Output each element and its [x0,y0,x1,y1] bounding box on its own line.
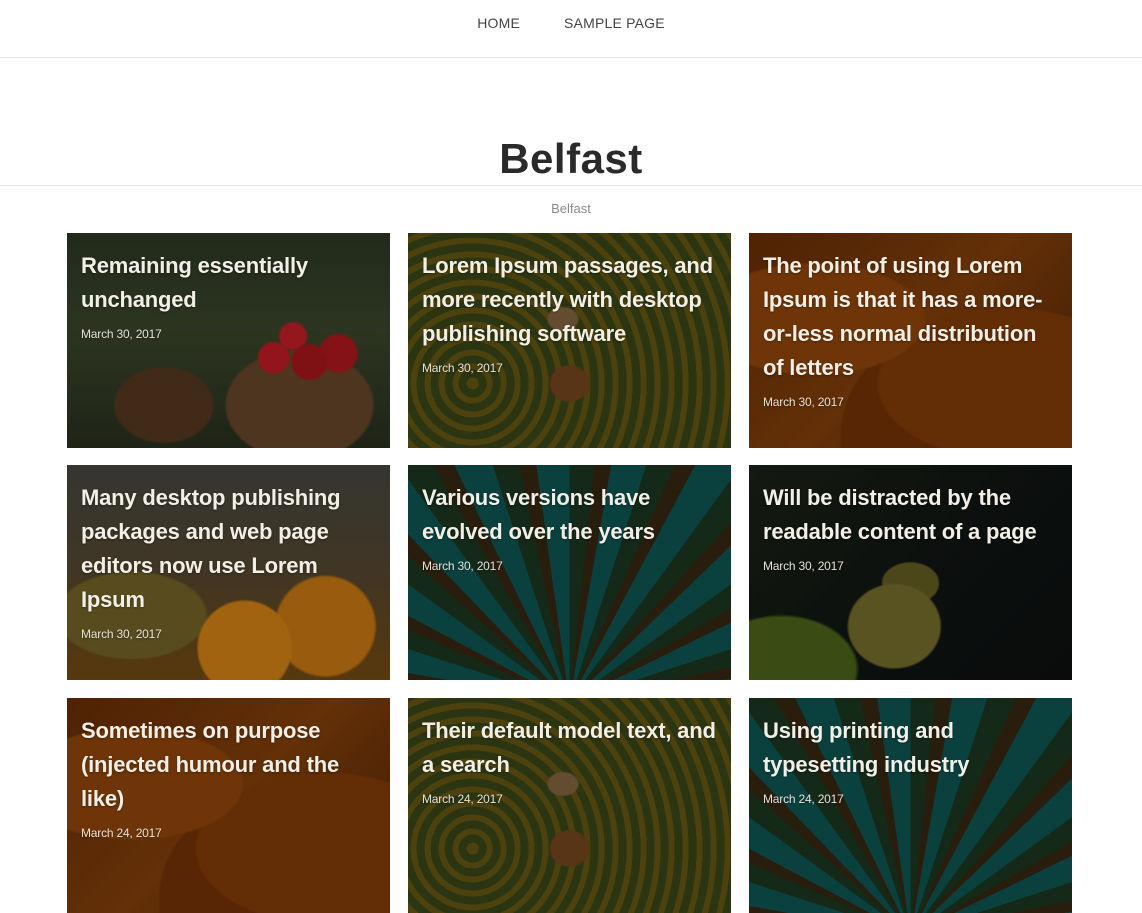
post-date: March 30, 2017 [763,395,844,409]
post-card[interactable]: Remaining essentially unchanged March 30… [67,233,390,448]
post-date: March 30, 2017 [422,559,503,573]
post-card[interactable]: Many desktop publishing packages and web… [67,465,390,680]
post-date: March 30, 2017 [422,361,503,375]
post-card[interactable]: Their default model text, and a search M… [408,698,731,913]
post-card[interactable]: Lorem Ipsum passages, and more recently … [408,233,731,448]
post-title[interactable]: The point of using Lorem Ipsum is that i… [763,249,1060,385]
primary-nav: HOME SAMPLE PAGE [0,0,1142,58]
post-card[interactable]: Using printing and typesetting industry … [749,698,1072,913]
nav-item-sample-page[interactable]: SAMPLE PAGE [564,15,665,31]
post-card[interactable]: The point of using Lorem Ipsum is that i… [749,233,1072,448]
post-card[interactable]: Various versions have evolved over the y… [408,465,731,680]
post-card[interactable]: Sometimes on purpose (injected humour an… [67,698,390,913]
post-title[interactable]: Remaining essentially unchanged [81,249,378,317]
site-branding: Belfast Belfast [0,58,1142,216]
post-date: March 30, 2017 [81,627,162,641]
nav-item-home[interactable]: HOME [477,15,520,31]
post-date: March 24, 2017 [763,792,844,806]
post-card[interactable]: Will be distracted by the readable conte… [749,465,1072,680]
post-title[interactable]: Various versions have evolved over the y… [422,481,719,549]
post-title[interactable]: Will be distracted by the readable conte… [763,481,1060,549]
post-date: March 30, 2017 [81,327,162,341]
post-title[interactable]: Their default model text, and a search [422,714,719,782]
site-description: Belfast [551,201,591,216]
post-title[interactable]: Many desktop publishing packages and web… [81,481,378,617]
post-title[interactable]: Sometimes on purpose (injected humour an… [81,714,378,816]
post-date: March 24, 2017 [81,826,162,840]
post-date: March 30, 2017 [763,559,844,573]
post-title[interactable]: Lorem Ipsum passages, and more recently … [422,249,719,351]
post-date: March 24, 2017 [422,792,503,806]
post-title[interactable]: Using printing and typesetting industry [763,714,1060,782]
site-title[interactable]: Belfast [0,134,1142,184]
